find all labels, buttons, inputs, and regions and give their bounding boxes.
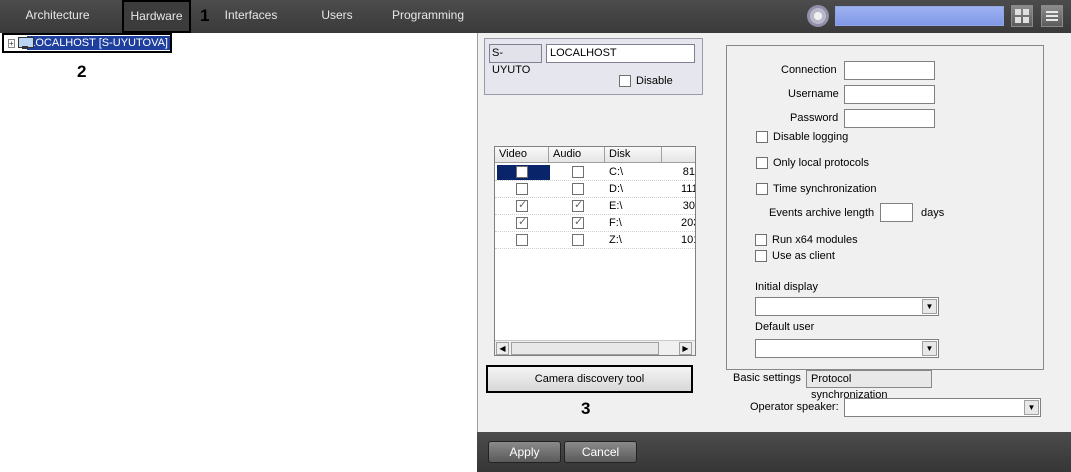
password-label: Password (790, 112, 839, 124)
only-local-checkbox[interactable] (756, 157, 768, 169)
table-row[interactable]: F:\ 203 (495, 215, 695, 232)
tab-basic-settings[interactable]: Basic settings (729, 370, 806, 388)
disable-logging-label: Disable logging (773, 131, 849, 143)
audio-checkbox[interactable] (572, 183, 584, 195)
callout-1: 1 (200, 6, 210, 25)
top-toolbar: Architecture Hardware 1 Interfaces Users… (0, 0, 1071, 33)
table-row[interactable]: C:\ 81 (495, 164, 695, 181)
archive-length-label: Events archive length (769, 207, 875, 219)
time-sync-checkbox[interactable] (756, 183, 768, 195)
table-row[interactable]: D:\ 111 (495, 181, 695, 198)
disk-size: 203 (681, 217, 695, 229)
audio-checkbox[interactable] (572, 166, 584, 178)
callout-3: 3 (581, 399, 591, 418)
tab-programming[interactable]: Programming (390, 0, 466, 33)
disk-table-header: Video Audio Disk (495, 147, 695, 163)
archive-days-input[interactable] (880, 203, 913, 222)
disk-letter: E:\ (609, 200, 623, 212)
disk-letter: F:\ (609, 217, 622, 229)
audio-checkbox[interactable] (572, 198, 584, 212)
search-input[interactable] (835, 6, 1004, 26)
host-name-input[interactable]: LOCALHOST (546, 44, 695, 63)
scroll-left-icon[interactable]: ◀ (496, 342, 509, 355)
expand-plus-icon[interactable]: + (8, 38, 15, 48)
settings-gear-icon[interactable] (807, 5, 829, 27)
username-label: Username (788, 88, 839, 100)
username-input[interactable] (844, 85, 935, 104)
time-sync-label: Time synchronization (773, 183, 877, 195)
disk-size: 30 (682, 200, 695, 212)
disk-size: 101 (681, 234, 695, 246)
audio-checkbox[interactable] (572, 234, 584, 246)
layout-grid-icon[interactable] (1011, 5, 1033, 27)
initial-display-select[interactable]: ▼ (755, 297, 939, 316)
scroll-right-icon[interactable]: ▶ (679, 342, 692, 355)
connection-input[interactable] (844, 61, 935, 80)
tab-users[interactable]: Users (312, 0, 362, 33)
col-audio[interactable]: Audio (549, 147, 605, 163)
use-client-label: Use as client (772, 250, 835, 262)
tree-node-localhost[interactable]: + LOCALHOST [S-UYUTOVA] (2, 33, 172, 53)
col-size[interactable] (662, 147, 695, 163)
disk-size: 81 (682, 166, 695, 178)
video-checkbox[interactable] (516, 198, 528, 212)
default-user-select[interactable]: ▼ (755, 339, 939, 358)
col-disk[interactable]: Disk (605, 147, 662, 163)
tab-architecture[interactable]: Architecture (10, 0, 105, 33)
video-checkbox[interactable] (516, 166, 528, 178)
disable-checkbox[interactable] (619, 75, 631, 87)
callout-2: 2 (77, 62, 87, 81)
scroll-thumb[interactable] (511, 342, 659, 355)
default-user-label: Default user (755, 321, 815, 333)
audio-checkbox[interactable] (572, 215, 584, 229)
tree-node-label: LOCALHOST [S-UYUTOVA] (27, 36, 170, 50)
tab-protocol-sync[interactable]: Protocol synchronization (806, 370, 932, 401)
operator-speaker-label: Operator speaker: (750, 401, 839, 413)
disable-label: Disable (636, 75, 673, 87)
video-checkbox[interactable] (516, 183, 528, 195)
chevron-down-icon[interactable]: ▼ (1024, 400, 1039, 415)
use-client-checkbox[interactable] (755, 250, 767, 262)
operator-speaker-select[interactable]: ▼ (844, 398, 1041, 417)
video-checkbox[interactable] (516, 215, 528, 229)
video-checkbox[interactable] (516, 234, 528, 246)
only-local-label: Only local protocols (773, 157, 869, 169)
disk-letter: C:\ (609, 166, 624, 178)
chevron-down-icon[interactable]: ▼ (922, 341, 937, 356)
disable-logging-checkbox[interactable] (756, 131, 768, 143)
tab-interfaces[interactable]: Interfaces (218, 0, 284, 33)
cancel-button[interactable]: Cancel (564, 441, 637, 463)
run-x64-label: Run x64 modules (772, 234, 858, 246)
table-row[interactable]: Z:\ 101 (495, 232, 695, 249)
initial-display-label: Initial display (755, 281, 818, 293)
disk-letter: Z:\ (609, 234, 622, 246)
disk-size: 111 (681, 183, 695, 195)
horizontal-scrollbar[interactable]: ◀ ▶ (495, 340, 695, 355)
password-input[interactable] (844, 109, 935, 128)
days-label: days (921, 207, 945, 219)
camera-discovery-button[interactable]: Camera discovery tool (486, 365, 693, 393)
chevron-down-icon[interactable]: ▼ (922, 299, 937, 314)
table-row[interactable]: E:\ 30 (495, 198, 695, 215)
run-x64-checkbox[interactable] (755, 234, 767, 246)
host-id-field: S-UYUTO (489, 44, 542, 76)
disk-table: Video Audio Disk C:\ 81 D:\ 111 E:\ 30 F:\ 203 Z… (494, 146, 696, 356)
computer-icon (17, 37, 33, 49)
apply-button[interactable]: Apply (488, 441, 561, 463)
connection-label: Connection (781, 64, 837, 76)
tab-hardware[interactable]: Hardware (122, 0, 191, 33)
disk-letter: D:\ (609, 183, 624, 195)
menu-list-icon[interactable] (1041, 5, 1063, 27)
col-video[interactable]: Video (495, 147, 549, 163)
